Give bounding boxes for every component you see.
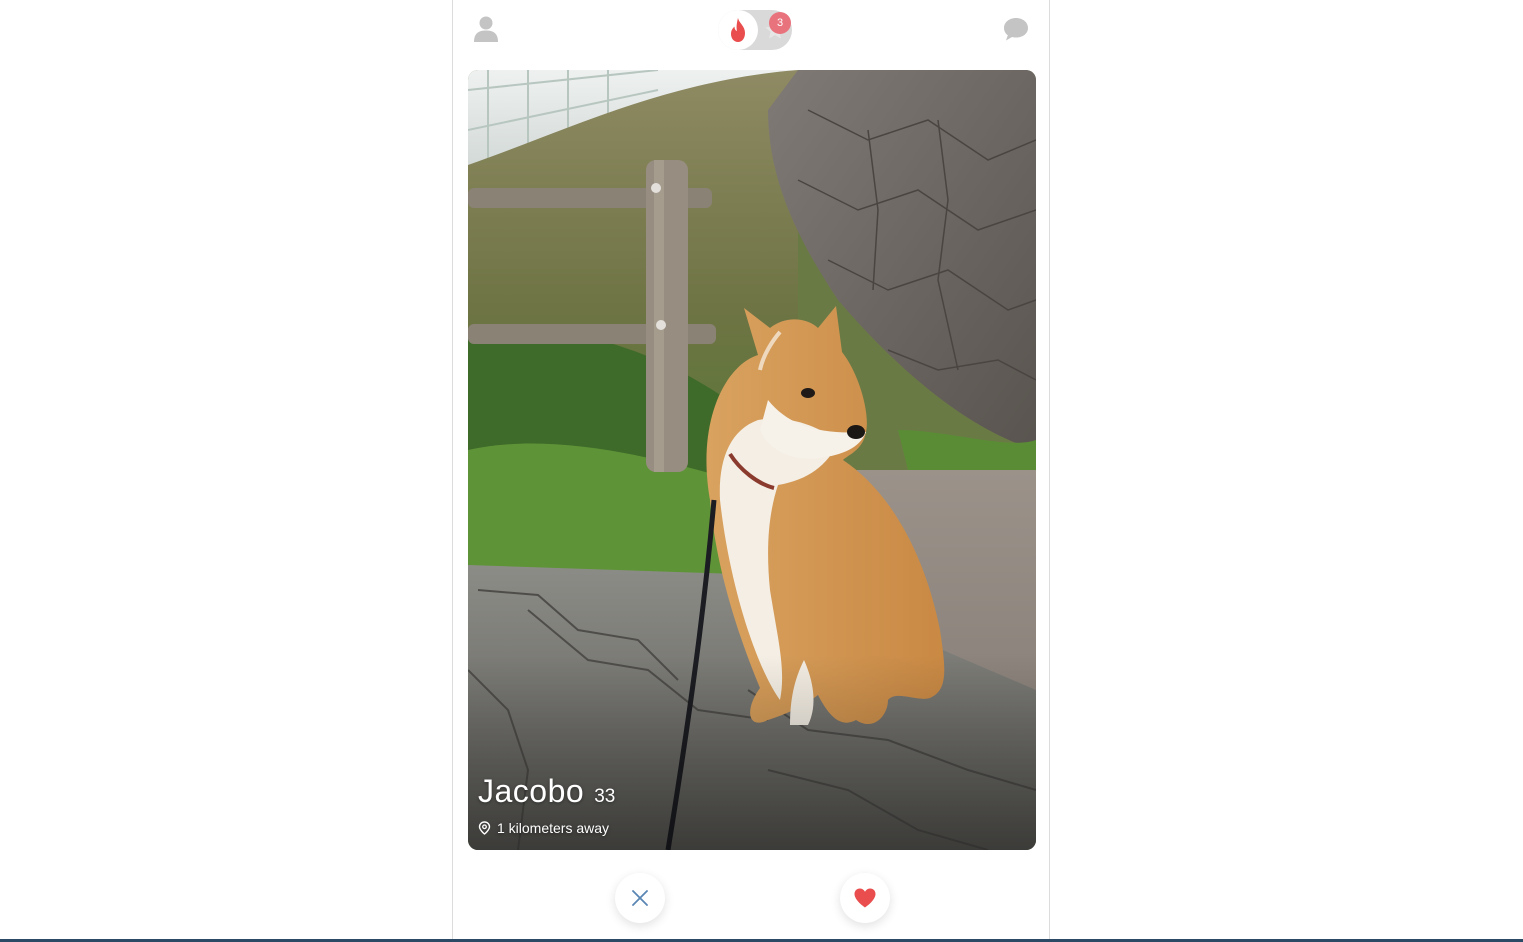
close-icon	[632, 890, 648, 906]
flame-icon	[731, 18, 745, 42]
chat-bubble-icon	[1004, 18, 1028, 41]
like-button[interactable]	[840, 873, 890, 923]
distance-row: 1 kilometers away	[478, 820, 615, 836]
profile-photo	[468, 70, 1036, 850]
person-icon	[474, 16, 498, 42]
toggle-knob	[718, 10, 758, 50]
top-navigation: 3	[453, 0, 1049, 62]
location-pin-icon	[478, 821, 491, 835]
name-row: Jacobo 33	[478, 773, 615, 810]
messages-button[interactable]	[1001, 14, 1031, 44]
nope-button[interactable]	[615, 873, 665, 923]
profile-button[interactable]	[471, 14, 501, 44]
notification-badge: 3	[769, 12, 791, 34]
app-frame: 3 Jacobo 33 1 kilometers away	[452, 0, 1050, 940]
card-info: Jacobo 33 1 kilometers away	[478, 773, 615, 836]
distance-text: 1 kilometers away	[497, 820, 610, 836]
mode-toggle[interactable]: 3	[718, 10, 792, 50]
profile-name: Jacobo	[478, 773, 585, 809]
profile-age: 33	[594, 786, 616, 807]
heart-icon	[854, 888, 876, 908]
profile-card[interactable]: Jacobo 33 1 kilometers away	[468, 70, 1036, 850]
